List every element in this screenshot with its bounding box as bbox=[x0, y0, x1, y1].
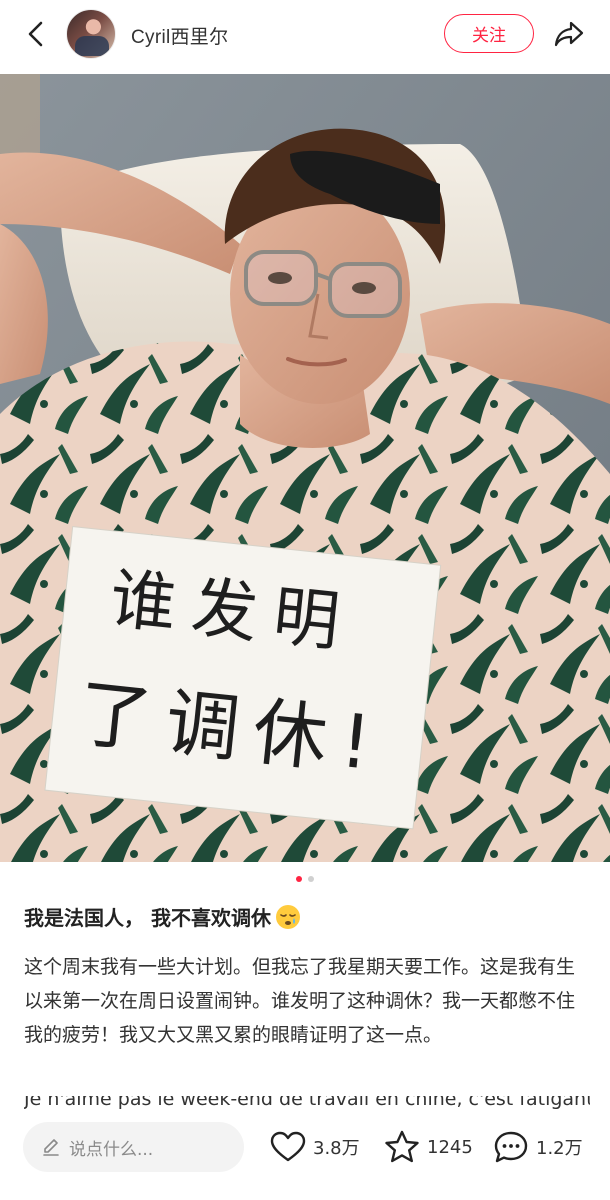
post-title: 我是法国人， 我不喜欢调休 bbox=[24, 903, 594, 933]
avatar[interactable] bbox=[66, 9, 116, 59]
star-icon bbox=[385, 1130, 419, 1163]
pencil-icon bbox=[43, 1139, 59, 1156]
share-button[interactable] bbox=[552, 17, 586, 51]
comment-placeholder: 说点什么... bbox=[69, 1139, 154, 1160]
top-bar: Cyril西里尔 关注 bbox=[0, 0, 610, 74]
comment-button[interactable]: 1.2万 bbox=[493, 1128, 583, 1166]
share-arrow-icon bbox=[554, 21, 584, 47]
comment-count: 1.2万 bbox=[536, 1138, 583, 1159]
comment-bubble-icon bbox=[494, 1131, 528, 1163]
chevron-left-icon bbox=[28, 21, 43, 47]
follow-button[interactable]: 关注 bbox=[444, 14, 534, 53]
page-dot bbox=[308, 876, 314, 882]
sleepy-face-emoji-icon bbox=[275, 905, 300, 929]
post-body: 这个周末我有一些大计划。但我忘了我星期天要工作。这是我有生以来第一次在周日设置闹… bbox=[24, 956, 576, 1046]
collect-button[interactable]: 1245 bbox=[384, 1128, 473, 1166]
username[interactable]: Cyril西里尔 bbox=[131, 22, 228, 49]
heart-icon bbox=[270, 1131, 306, 1162]
like-count: 3.8万 bbox=[313, 1138, 360, 1159]
comment-input[interactable]: 说点什么... bbox=[23, 1122, 244, 1172]
star-count: 1245 bbox=[427, 1136, 473, 1158]
post-title-text: 我是法国人， 我不喜欢调休 bbox=[24, 906, 271, 930]
page-indicator bbox=[0, 876, 610, 886]
post-body-continuation: Je n'aime pas le week-end de travail en … bbox=[24, 1096, 590, 1110]
back-button[interactable] bbox=[20, 18, 52, 50]
page-dot-active bbox=[296, 876, 302, 882]
post-image[interactable]: 谁发明 了调休! bbox=[0, 74, 610, 862]
like-button[interactable]: 3.8万 bbox=[270, 1128, 360, 1166]
post-more-text: Je n'aime pas le week-end de travail en … bbox=[24, 1096, 590, 1110]
bottom-action-bar: 说点什么... 3.8万 1245 1.2万 bbox=[0, 1110, 610, 1200]
